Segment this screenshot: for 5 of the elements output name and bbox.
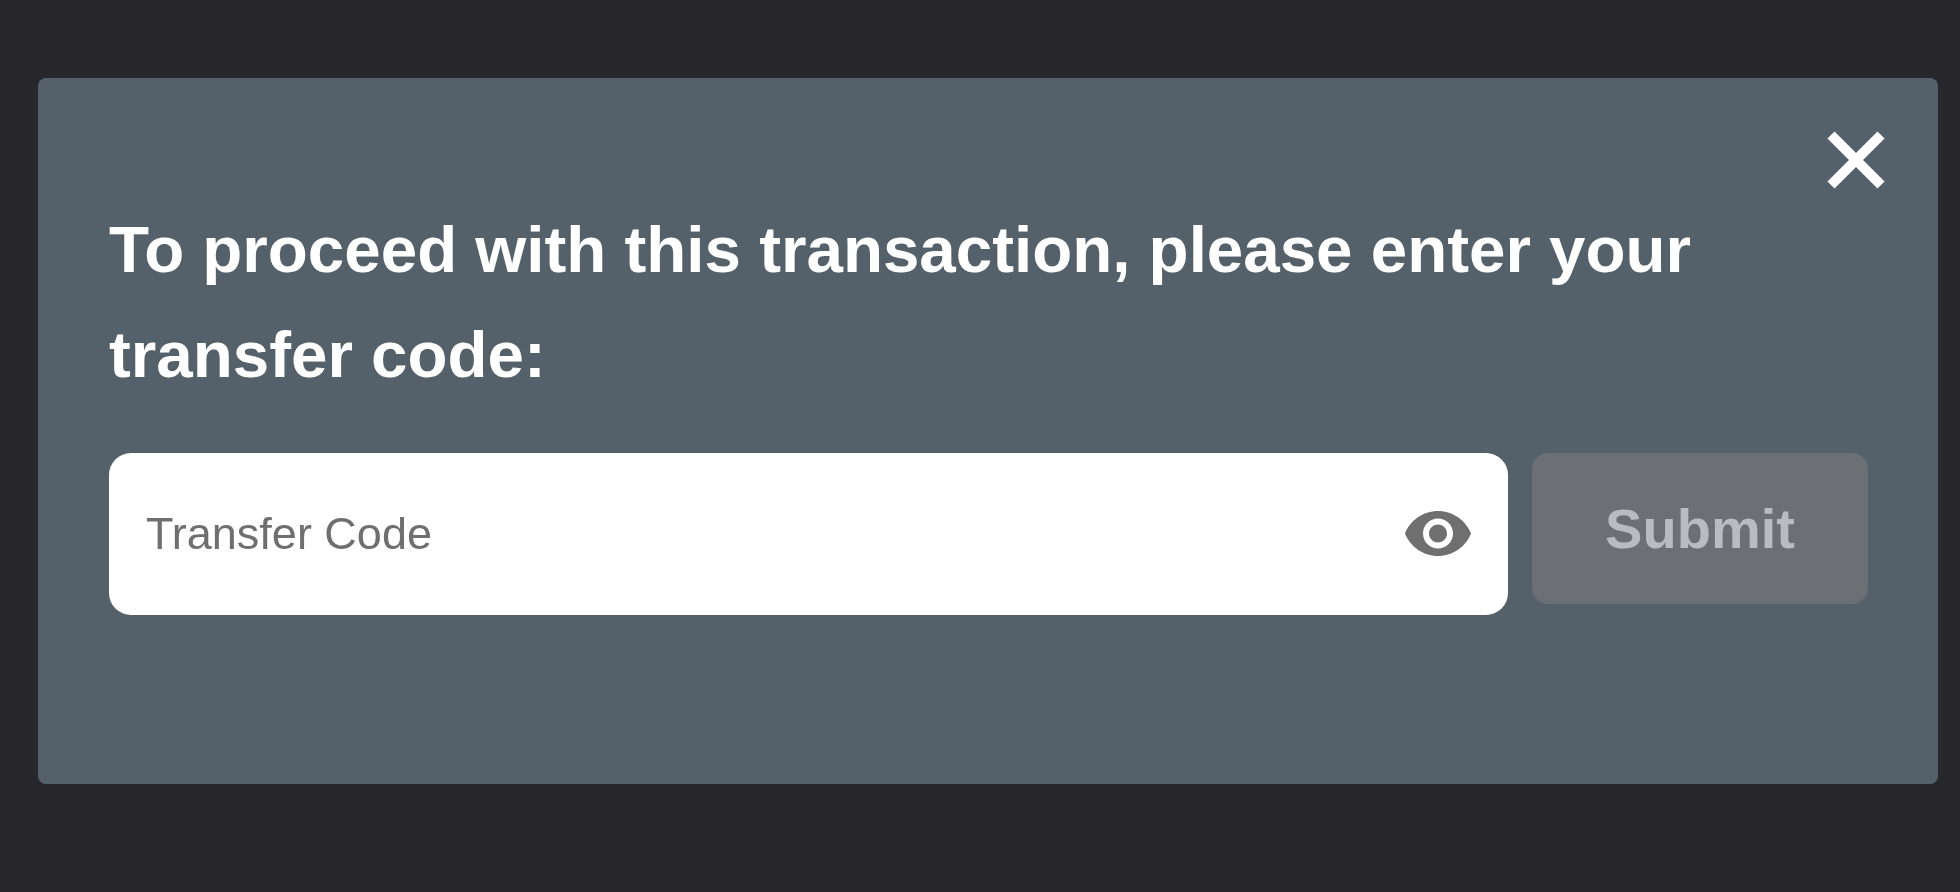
- transfer-code-field[interactable]: Transfer Code: [109, 453, 1508, 615]
- dialog-heading: To proceed with this transaction, please enter your transfer code:: [109, 212, 1693, 393]
- close-icon: [1826, 130, 1886, 190]
- eye-icon[interactable]: [1405, 511, 1471, 556]
- close-button[interactable]: [1826, 130, 1886, 190]
